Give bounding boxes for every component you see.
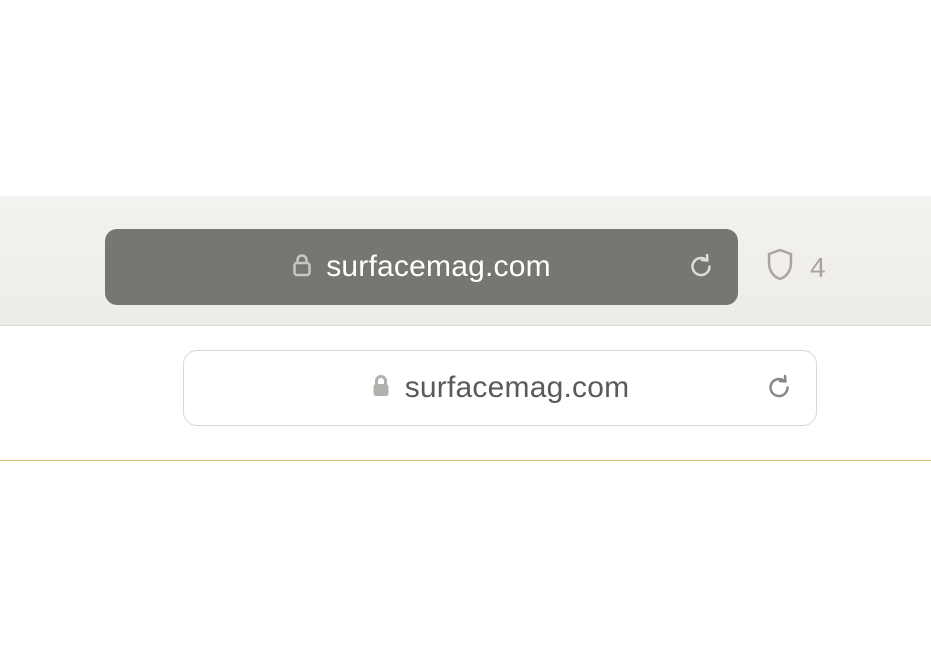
- address-bar-content: surfacemag.com: [371, 371, 630, 405]
- tracker-count: 4: [810, 252, 826, 284]
- address-bar-active[interactable]: surfacemag.com: [105, 229, 738, 305]
- address-bar-inactive[interactable]: surfacemag.com: [183, 350, 817, 426]
- reload-button[interactable]: [764, 373, 794, 403]
- lock-icon: [371, 374, 391, 403]
- privacy-report[interactable]: 4: [766, 248, 826, 287]
- url-text: surfacemag.com: [405, 371, 630, 405]
- divider-line: [0, 460, 931, 461]
- url-text: surfacemag.com: [326, 250, 551, 284]
- lock-icon: [292, 253, 312, 282]
- reload-button[interactable]: [686, 252, 716, 282]
- shield-icon: [766, 248, 794, 287]
- address-bar-content: surfacemag.com: [292, 250, 551, 284]
